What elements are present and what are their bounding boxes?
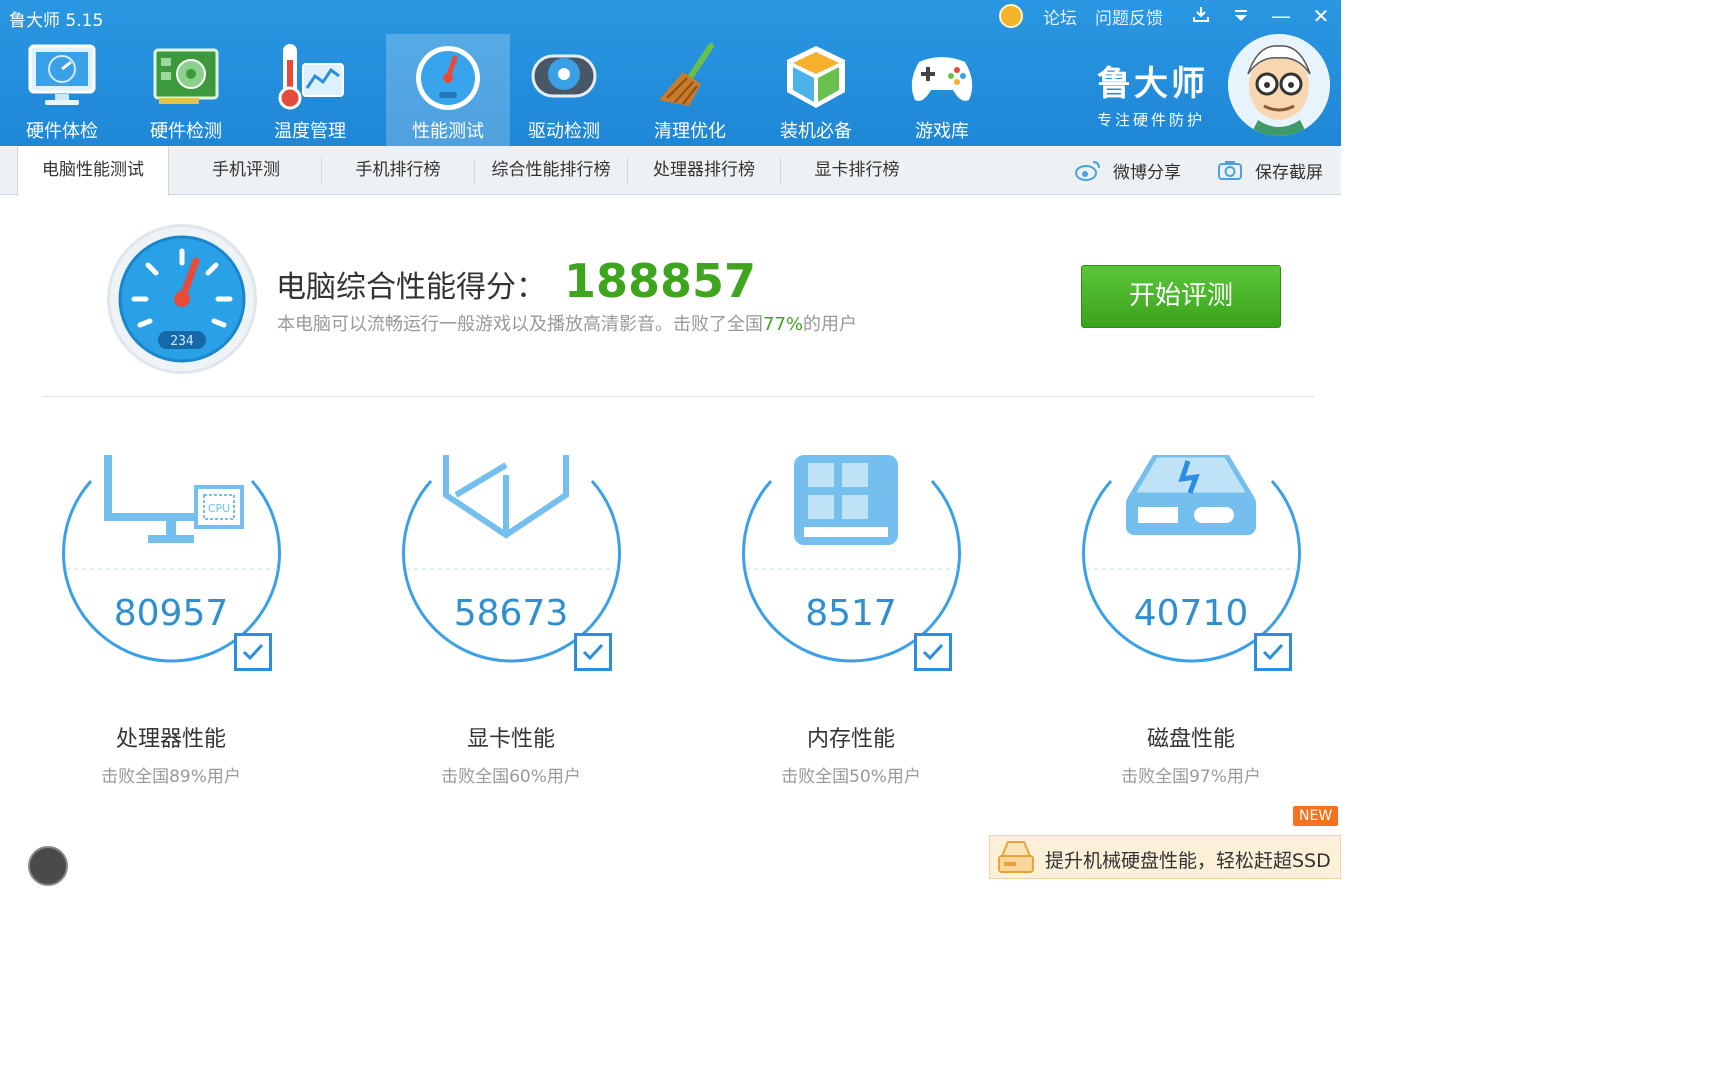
new-badge: NEW [1293, 806, 1339, 826]
card-disk: 40710 磁盘性能 击败全国97%用户 [1076, 455, 1336, 795]
tab-phone-ranking[interactable]: 手机排行榜 [322, 146, 474, 194]
score-description: 本电脑可以流畅运行一般游戏以及播放高清影音。击败了全国77%的用户 [277, 310, 857, 336]
promo-banner[interactable]: 提升机械硬盘性能，轻松赶超SSD [989, 835, 1341, 879]
toolbar-label: 游戏库 [915, 121, 969, 142]
weibo-icon [1075, 161, 1100, 181]
section-divider [42, 396, 1315, 397]
gpu-checkbox[interactable] [574, 633, 612, 671]
cpu-checkbox[interactable] [234, 633, 272, 671]
brand-name: 鲁大师 [1097, 64, 1208, 104]
window-title: 鲁大师 5.15 [9, 11, 104, 31]
gauge-readout: 234 [170, 334, 194, 349]
broom-icon [659, 43, 714, 106]
memory-score: 8517 [805, 593, 897, 634]
tab-overall-ranking[interactable]: 综合性能排行榜 [475, 146, 627, 194]
toolbar-label: 硬件检测 [150, 121, 222, 142]
monitor-check-icon [28, 44, 96, 105]
score-label: 电脑综合性能得分： [276, 270, 546, 305]
gpu-score: 58673 [453, 593, 569, 634]
memory-rank: 击败全国50%用户 [781, 767, 921, 787]
tab-cpu-ranking[interactable]: 处理器排行榜 [628, 146, 780, 194]
forum-link[interactable]: 论坛 [1043, 4, 1077, 29]
toolbar-item-cleanup[interactable]: 清理优化 [628, 34, 752, 146]
total-score: 188857 [564, 254, 757, 308]
toolbar-item-hardware-detect[interactable]: 硬件检测 [124, 34, 248, 146]
toolbar-label: 硬件体检 [26, 121, 98, 142]
memory-checkbox[interactable] [914, 633, 952, 671]
app-window: 鲁大师 5.15 论坛 问题反馈 — ✕ 硬件体检 硬件检测 温度管理 性能测试… [0, 0, 1341, 886]
toolbar-item-hardware-check[interactable]: 硬件体检 [0, 34, 124, 146]
toolbar-item-driver[interactable]: 驱动检测 [502, 34, 626, 146]
feedback-link[interactable]: 问题反馈 [1095, 4, 1163, 29]
card-gpu: 58673 显卡性能 击败全国60%用户 [396, 455, 656, 795]
minimize-button[interactable]: — [1261, 4, 1301, 28]
graphics-cube-icon [443, 455, 569, 539]
user-badge-icon[interactable] [28, 846, 68, 886]
close-button[interactable]: ✕ [1301, 4, 1341, 28]
driver-gear-icon [531, 54, 597, 98]
brand-block: 鲁大师 专注硬件防护 [1097, 56, 1208, 130]
start-test-button[interactable]: 开始评测 [1081, 265, 1281, 328]
mascot-avatar[interactable] [1228, 34, 1330, 136]
cpu-label: 处理器性能 [115, 727, 226, 752]
weibo-share-label: 微博分享 [1113, 162, 1181, 183]
disk-score: 40710 [1133, 593, 1249, 634]
memory-chip-icon [794, 455, 898, 545]
brand-slogan: 专注硬件防护 [1097, 111, 1206, 129]
gamepad-icon [911, 57, 973, 101]
toolbar-label: 装机必备 [780, 121, 852, 142]
toolbar-label: 温度管理 [274, 121, 346, 142]
camera-icon [1218, 161, 1242, 180]
hardware-card-icon [153, 48, 219, 104]
memory-label: 内存性能 [806, 727, 895, 752]
cube-icon [787, 46, 845, 108]
toolbar-item-performance[interactable]: 性能测试 [386, 34, 510, 146]
card-cpu: CPU 80957 处理器性能 击败全国89%用户 [56, 455, 316, 795]
top-controls: 论坛 问题反馈 — ✕ [999, 2, 1341, 30]
card-memory: 8517 内存性能 击败全国50%用户 [736, 455, 996, 795]
score-line: 电脑综合性能得分： 188857 [276, 254, 756, 308]
tab-phone-review[interactable]: 手机评测 [170, 146, 322, 194]
tab-bar: 电脑性能测试 手机评测 手机排行榜 综合性能排行榜 处理器排行榜 显卡排行榜 微… [0, 146, 1341, 196]
toolbar-item-games[interactable]: 游戏库 [880, 34, 1004, 146]
save-screenshot-label: 保存截屏 [1255, 162, 1323, 183]
header-bar: 鲁大师 5.15 论坛 问题反馈 — ✕ 硬件体检 硬件检测 温度管理 性能测试… [0, 0, 1341, 146]
cpu-monitor-icon: CPU [104, 455, 244, 543]
hdd-icon [998, 841, 1034, 873]
cpu-rank: 击败全国89%用户 [101, 767, 241, 787]
tab-gpu-ranking[interactable]: 显卡排行榜 [781, 146, 933, 194]
weibo-share-button[interactable]: 微博分享 [1075, 146, 1181, 194]
cpu-chip-label: CPU [208, 502, 230, 515]
toolbar-item-temperature[interactable]: 温度管理 [248, 34, 372, 146]
gpu-label: 显卡性能 [466, 727, 555, 752]
cpu-score: 80957 [113, 593, 229, 634]
score-gauge: 234 [107, 224, 257, 374]
toolbar-label: 性能测试 [412, 121, 484, 142]
menu-icon[interactable] [1221, 4, 1261, 28]
download-icon[interactable] [1181, 4, 1221, 28]
desc-percent: 77% [763, 314, 804, 335]
speedometer-icon [416, 46, 480, 110]
disk-rank: 击败全国97%用户 [1121, 767, 1261, 787]
medal-icon[interactable] [999, 4, 1023, 28]
disk-checkbox[interactable] [1254, 633, 1292, 671]
gpu-rank: 击败全国60%用户 [441, 767, 581, 787]
thermometer-icon [278, 44, 344, 110]
desc-text: 本电脑可以流畅运行一般游戏以及播放高清影音。击败了全国 [277, 314, 763, 335]
disk-label: 磁盘性能 [1146, 727, 1235, 752]
desc-suffix: 的用户 [803, 314, 858, 335]
tab-pc-performance[interactable]: 电脑性能测试 [17, 146, 169, 196]
disk-drive-icon [1126, 455, 1256, 535]
toolbar-label: 清理优化 [654, 121, 726, 142]
promo-text: 提升机械硬盘性能，轻松赶超SSD [1045, 850, 1331, 872]
save-screenshot-button[interactable]: 保存截屏 [1217, 146, 1323, 194]
toolbar-item-essentials[interactable]: 装机必备 [754, 34, 878, 146]
toolbar-label: 驱动检测 [528, 121, 600, 142]
